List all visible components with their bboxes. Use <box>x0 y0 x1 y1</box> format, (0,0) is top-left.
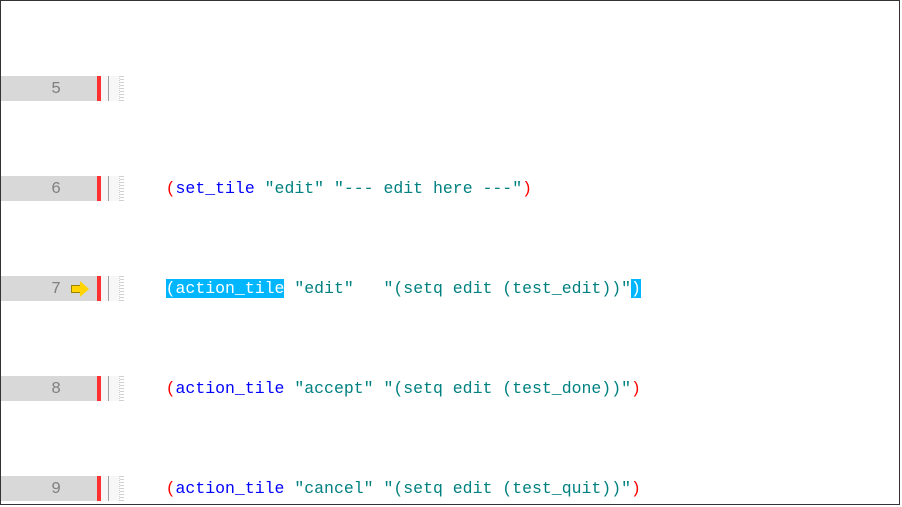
code-editor[interactable]: 5 6 (set_tile "edit" "--- edit here ---"… <box>1 1 899 505</box>
line-number: 7 <box>1 276 69 301</box>
code-text[interactable]: (action_tile "cancel" "(setq edit (test_… <box>124 476 641 501</box>
line-number: 9 <box>1 476 69 501</box>
editor-frame: 5 6 (set_tile "edit" "--- edit here ---"… <box>0 0 900 505</box>
code-text[interactable]: (action_tile "edit" "(setq edit (test_ed… <box>124 276 641 301</box>
fold-gutter[interactable] <box>101 276 120 301</box>
code-text[interactable]: (set_tile "edit" "--- edit here ---") <box>124 176 532 201</box>
code-line[interactable]: 5 <box>1 76 899 101</box>
code-line[interactable]: 8 (action_tile "accept" "(setq edit (tes… <box>1 376 899 401</box>
current-line-arrow-icon <box>71 281 89 295</box>
fold-gutter[interactable] <box>101 476 120 501</box>
code-text[interactable] <box>124 76 126 101</box>
selection: (action_tile <box>166 279 285 298</box>
matching-paren: ) <box>631 279 641 298</box>
code-text[interactable]: (action_tile "accept" "(setq edit (test_… <box>124 376 641 401</box>
fold-gutter[interactable] <box>101 76 120 101</box>
code-line[interactable]: 6 (set_tile "edit" "--- edit here ---") <box>1 176 899 201</box>
line-number: 5 <box>1 76 69 101</box>
code-line[interactable]: 7 (action_tile "edit" "(setq edit (test_… <box>1 276 899 301</box>
fold-gutter[interactable] <box>101 176 120 201</box>
marker-gutter[interactable] <box>69 476 97 501</box>
line-number: 8 <box>1 376 69 401</box>
marker-gutter[interactable] <box>69 276 97 301</box>
marker-gutter[interactable] <box>69 376 97 401</box>
code-line[interactable]: 9 (action_tile "cancel" "(setq edit (tes… <box>1 476 899 501</box>
marker-gutter[interactable] <box>69 76 97 101</box>
fold-gutter[interactable] <box>101 376 120 401</box>
line-number: 6 <box>1 176 69 201</box>
marker-gutter[interactable] <box>69 176 97 201</box>
